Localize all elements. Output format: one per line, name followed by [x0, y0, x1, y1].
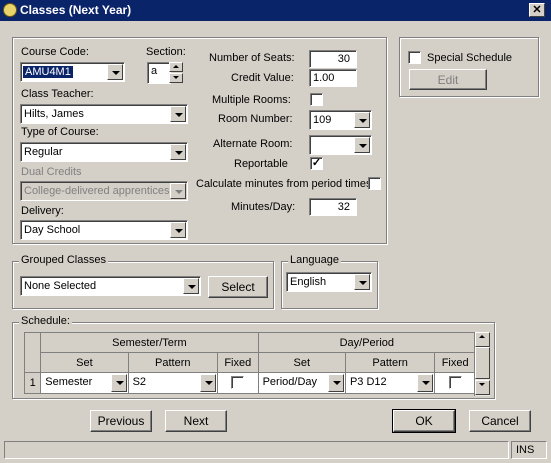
language-value: English — [290, 276, 327, 288]
pattern-cell[interactable]: P3 D12 — [344, 372, 436, 394]
multiple-rooms-checkbox[interactable] — [310, 93, 323, 106]
chevron-down-icon — [170, 183, 186, 199]
col-header-pattern: Pattern — [344, 352, 436, 373]
set-cell[interactable]: Period/Day — [257, 372, 346, 394]
room-number-label: Room Number: — [218, 113, 293, 125]
pattern-value: S2 — [132, 376, 147, 388]
type-of-course-value: Regular — [24, 146, 63, 158]
select-button[interactable]: Select — [208, 276, 268, 298]
chevron-down-icon[interactable] — [354, 274, 370, 290]
group-header-day-period: Day/Period — [257, 332, 477, 353]
special-schedule-label: Special Schedule — [427, 52, 513, 64]
chevron-down-icon[interactable] — [354, 137, 370, 153]
previous-button[interactable]: Previous — [90, 410, 152, 432]
status-bar: INS — [4, 441, 547, 459]
calc-minutes-checkbox[interactable] — [368, 177, 381, 190]
course-code-label: Course Code: — [21, 46, 89, 58]
credit-value-input[interactable]: 1.00 — [309, 69, 357, 87]
schedule-legend: Schedule: — [19, 315, 72, 327]
spin-up-icon[interactable] — [169, 62, 183, 72]
reportable-checkbox[interactable]: ✓ — [310, 157, 323, 170]
delivery-value: Day School — [24, 224, 81, 236]
type-of-course-label: Type of Course: — [21, 126, 99, 138]
window-title: Classes (Next Year) — [20, 3, 132, 17]
row-header-corner — [23, 332, 42, 373]
schedule-scrollbar[interactable] — [474, 332, 490, 396]
chevron-down-icon[interactable] — [170, 144, 186, 160]
col-header-fixed: Fixed — [434, 352, 476, 373]
dual-credits-value: College-delivered apprenticesh — [24, 185, 169, 197]
chevron-down-icon[interactable] — [183, 278, 199, 294]
scroll-thumb[interactable] — [475, 347, 490, 379]
grouped-classes-legend: Grouped Classes — [19, 254, 108, 266]
col-header-set: Set — [40, 352, 129, 373]
fixed-checkbox[interactable] — [448, 376, 462, 389]
credit-value-label: Credit Value: — [231, 72, 294, 84]
col-header-set: Set — [257, 352, 346, 373]
grouped-classes-combo[interactable]: None Selected — [20, 276, 201, 296]
ok-button[interactable]: OK — [392, 409, 456, 433]
chevron-down-icon[interactable] — [110, 374, 127, 392]
table-row: 1 Semester S2 Period/Day P3 D12 — [23, 372, 476, 394]
set-value: Period/Day — [262, 376, 318, 388]
language-legend: Language — [288, 254, 341, 266]
close-button[interactable]: ✕ — [529, 3, 545, 17]
col-header-pattern: Pattern — [127, 352, 218, 373]
chevron-down-icon[interactable] — [327, 374, 344, 392]
app-icon — [3, 3, 17, 17]
minutes-day-label: Minutes/Day: — [231, 201, 296, 213]
number-of-seats-input[interactable]: 30 — [309, 50, 357, 68]
row-number: 1 — [23, 372, 42, 394]
chevron-down-icon[interactable] — [199, 374, 216, 392]
course-code-value: AMU4M1 — [23, 66, 73, 78]
alternate-room-label: Alternate Room: — [213, 138, 293, 150]
room-number-combo[interactable]: 109 — [309, 110, 372, 130]
class-teacher-combo[interactable]: Hilts, James — [20, 104, 188, 124]
reportable-label: Reportable — [234, 158, 288, 170]
class-teacher-value: Hilts, James — [24, 108, 84, 120]
chevron-down-icon[interactable] — [170, 222, 186, 238]
scroll-up-icon[interactable] — [475, 332, 490, 347]
delivery-combo[interactable]: Day School — [20, 220, 188, 240]
chevron-down-icon[interactable] — [170, 106, 186, 122]
pattern-value: P3 D12 — [349, 376, 387, 388]
class-teacher-label: Class Teacher: — [21, 88, 94, 100]
chevron-down-icon[interactable] — [354, 112, 370, 128]
chevron-down-icon[interactable] — [417, 374, 434, 392]
chevron-down-icon[interactable] — [107, 64, 123, 80]
status-panel-main — [4, 441, 509, 459]
fixed-cell — [216, 372, 259, 394]
group-header-semester-term: Semester/Term — [40, 332, 259, 353]
schedule-grid: Semester/Term Day/Period Set Pattern Fix… — [23, 332, 477, 394]
next-button[interactable]: Next — [165, 410, 227, 432]
alternate-room-combo[interactable] — [309, 135, 372, 155]
set-cell[interactable]: Semester — [40, 372, 129, 394]
fixed-checkbox[interactable] — [231, 376, 245, 389]
status-panel-ins: INS — [511, 441, 547, 459]
special-schedule-checkbox[interactable] — [408, 51, 421, 64]
language-combo[interactable]: English — [286, 272, 372, 292]
type-of-course-combo[interactable]: Regular — [20, 142, 188, 162]
room-number-value: 109 — [313, 114, 332, 126]
spin-down-icon[interactable] — [169, 73, 183, 83]
minutes-day-input[interactable]: 32 — [309, 198, 357, 216]
cancel-button[interactable]: Cancel — [469, 410, 531, 432]
number-of-seats-label: Number of Seats: — [209, 52, 295, 64]
section-input[interactable]: a — [147, 62, 171, 84]
section-label: Section: — [146, 46, 186, 58]
dual-credits-combo: College-delivered apprenticesh — [20, 181, 188, 201]
edit-button: Edit — [409, 69, 487, 90]
multiple-rooms-label: Multiple Rooms: — [212, 94, 291, 106]
pattern-cell[interactable]: S2 — [127, 372, 218, 394]
set-value: Semester — [45, 376, 93, 388]
scroll-down-icon[interactable] — [475, 380, 490, 395]
dual-credits-label: Dual Credits — [21, 166, 82, 178]
grouped-classes-value: None Selected — [24, 280, 97, 292]
col-header-fixed: Fixed — [216, 352, 259, 373]
course-code-combo[interactable]: AMU4M1 — [20, 62, 125, 82]
delivery-label: Delivery: — [21, 205, 64, 217]
title-bar: Classes (Next Year) ✕ — [0, 0, 551, 21]
fixed-cell — [434, 372, 476, 394]
calc-minutes-label: Calculate minutes from period times — [196, 178, 372, 190]
